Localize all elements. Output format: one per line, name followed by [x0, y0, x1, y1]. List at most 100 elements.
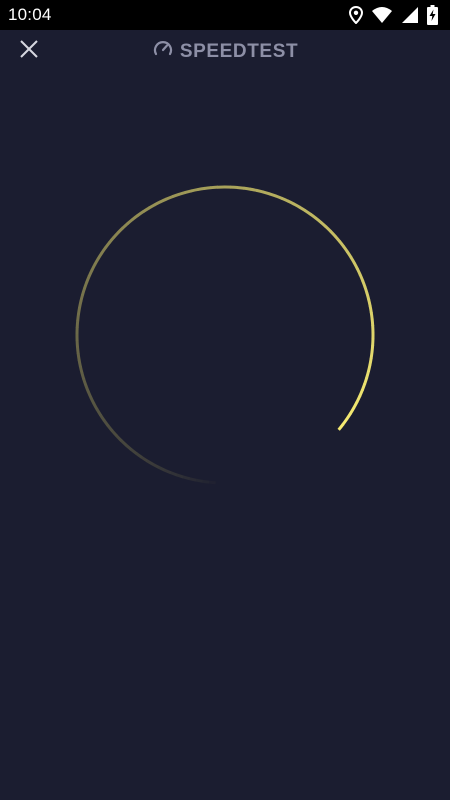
progress-ring-segment [82, 378, 88, 387]
progress-ring-segment [337, 423, 345, 431]
progress-ring-segment [81, 287, 86, 296]
progress-ring-segment [361, 279, 367, 288]
progress-ring-segment [365, 292, 371, 301]
progress-ring-segment [349, 256, 356, 264]
progress-ring-segment [268, 192, 277, 198]
progress-ring-segment [236, 185, 245, 190]
progress-ring-segment [368, 357, 373, 366]
progress-ring-segment [358, 273, 365, 282]
progress-ring-segment [82, 281, 89, 290]
progress-ring-segment [262, 190, 271, 196]
progress-ring-segment [314, 216, 323, 224]
progress-ring-segment [146, 459, 154, 466]
progress-ring-segment [188, 477, 197, 482]
progress-ring-segment [348, 406, 356, 415]
progress-ring-segment [367, 298, 372, 307]
progress-ring-segment [366, 364, 372, 372]
progress-ring-segment [281, 196, 289, 203]
progress-ring-segment [85, 275, 91, 284]
progress-ring-segment [116, 226, 125, 234]
progress-ring-segment [360, 383, 367, 391]
progress-ring-segment [135, 452, 143, 459]
progress-ring-segment [80, 372, 86, 381]
progress-ring-segment [129, 447, 138, 455]
progress-ring-segment [110, 429, 118, 438]
progress-ring-segment [95, 408, 102, 417]
progress-ring-segment [93, 257, 100, 266]
progress-ring-segment [126, 217, 134, 225]
progress-ring-segment [147, 203, 156, 210]
progress-ring-segment [178, 190, 186, 196]
speedtest-screen: 10:04 SPEEDTEST [0, 0, 450, 800]
progress-ring-segment [79, 294, 85, 302]
progress-ring-segment [208, 480, 216, 485]
progress-ring-segment [319, 221, 328, 229]
progress-ring-segment [363, 286, 369, 294]
progress-ring-segment [102, 419, 110, 427]
progress-ring-segment [333, 234, 341, 243]
progress-ring-segment [86, 390, 93, 399]
progress-ring-segment [369, 351, 374, 359]
progress-ring-segment [329, 230, 337, 238]
progress-ring-segment [165, 195, 174, 201]
progress-ring-segment [345, 412, 352, 421]
progress-ring-segment [169, 471, 178, 477]
progress-ring-segment [108, 236, 115, 244]
progress-ring-segment [370, 344, 375, 353]
progress-ring-segment [210, 185, 218, 190]
progress-ring-segment [358, 389, 364, 398]
progress-ring-segment [159, 197, 168, 204]
progress-ring-segment [76, 353, 81, 361]
progress-ring-segment [90, 263, 97, 272]
progress-ring-segment [274, 194, 283, 200]
progress-ring-segment [157, 465, 166, 472]
progress-ring-segment [75, 320, 80, 328]
progress-ring-segment [92, 402, 99, 411]
progress-ring-segment [203, 186, 212, 190]
progress-ring-segment [309, 212, 318, 220]
progress-ring-segment [324, 225, 332, 233]
progress-ring-segment [298, 205, 307, 213]
progress-ring-segment [355, 395, 362, 404]
progress-ring-segment [124, 443, 133, 451]
progress-ring-segment [352, 401, 359, 409]
progress-ring-segment [171, 192, 180, 199]
progress-ring-segment [96, 252, 104, 260]
progress-ring-segment [363, 376, 369, 385]
progress-ring-segment [292, 202, 301, 209]
progress-ring-segment [355, 267, 362, 276]
progress-ring-segments [75, 185, 375, 485]
progress-ring-segment [153, 200, 162, 207]
progress-ring-segment [78, 366, 84, 374]
progress-ring-segment [243, 186, 251, 191]
progress-ring-segment [256, 188, 264, 194]
progress-ring-segment [365, 370, 370, 379]
progress-ring-segment [89, 396, 96, 405]
progress-ring-segment [197, 186, 205, 192]
progress-ring-segment [100, 246, 107, 255]
progress-ring-segment [119, 439, 128, 447]
progress-ring-segment [176, 473, 184, 479]
progress-ring-segment [287, 199, 295, 206]
progress-ring-segment [163, 468, 172, 475]
progress-ring-segment [190, 187, 199, 193]
progress-ring-segment [112, 231, 120, 239]
progress-ring-segment [352, 261, 359, 270]
progress-ring-segment [338, 240, 345, 248]
progress-ring-segment [345, 250, 353, 259]
progress-ring-segment [182, 475, 191, 481]
progress-ring-segment [104, 241, 111, 249]
progress-ring-segment [78, 300, 83, 309]
progress-ring-segment [184, 189, 193, 195]
progress-ring-segment [151, 462, 160, 469]
progress-ring-segment [84, 384, 90, 393]
progress-ring-segment [201, 479, 210, 484]
progress-ring-segment [77, 359, 82, 368]
progress-ring-segment [115, 434, 123, 442]
progress-ring-segment [121, 222, 129, 230]
progress-ring-segment [304, 209, 312, 216]
progress-ring-segment [106, 424, 114, 433]
progress-ring-segment [369, 311, 374, 320]
progress-ring-segment [76, 313, 80, 322]
progress-ring [75, 185, 375, 485]
